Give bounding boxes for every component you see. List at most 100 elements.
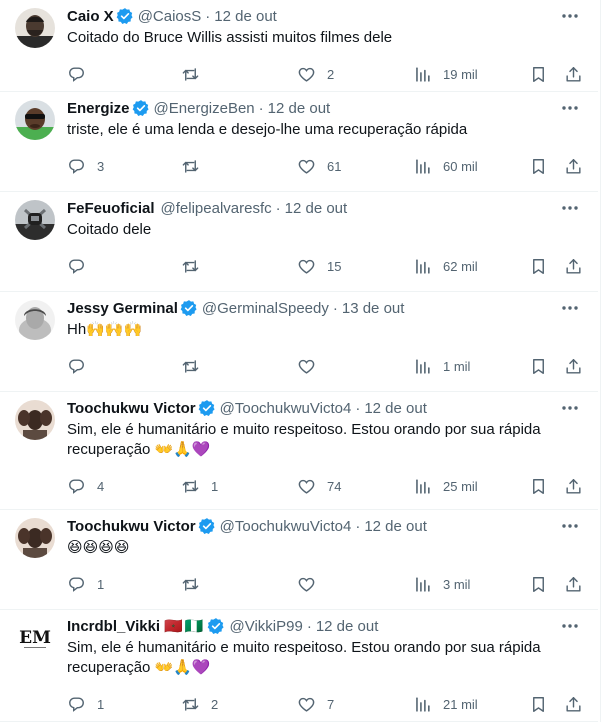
user-handle[interactable]: @felipealvaresfc (161, 200, 272, 217)
tweet-date[interactable]: 12 de out (268, 100, 331, 117)
bookmark-button[interactable] (529, 356, 548, 376)
user-handle[interactable]: @EnergizeBen (154, 100, 255, 117)
tweet[interactable]: Jessy Germinal @GerminalSpeedy · 13 de o… (0, 292, 598, 392)
views-button[interactable]: 1 mil (413, 356, 470, 376)
bookmark-button[interactable] (529, 256, 548, 276)
avatar[interactable] (15, 400, 55, 440)
bookmark-button[interactable] (529, 64, 548, 84)
display-name[interactable]: Caio X (67, 8, 114, 25)
tweet[interactable]: Toochukwu Victor @ToochukwuVicto4 · 12 d… (0, 510, 598, 610)
views-button[interactable]: 60 mil (413, 156, 478, 176)
avatar[interactable] (15, 8, 55, 48)
reply-button[interactable]: 1 (67, 694, 104, 714)
avatar[interactable] (15, 300, 55, 340)
views-button[interactable]: 3 mil (413, 574, 470, 594)
more-options-icon[interactable] (560, 400, 580, 416)
bookmark-button[interactable] (529, 476, 548, 496)
views-button[interactable]: 62 mil (413, 256, 478, 276)
tweet-actions: 1 3 mil (67, 574, 587, 594)
retweet-button[interactable]: 1 (181, 476, 218, 496)
share-button[interactable] (564, 694, 583, 714)
retweet-button[interactable] (181, 574, 211, 594)
more-options-button[interactable] (560, 400, 580, 416)
more-options-icon[interactable] (560, 618, 580, 634)
share-button[interactable] (564, 64, 583, 84)
tweet-date[interactable]: 12 de out (364, 518, 427, 535)
display-name[interactable]: Incrdbl_Vikki (67, 618, 160, 635)
avatar[interactable] (15, 100, 55, 140)
like-button[interactable]: 74 (297, 476, 341, 496)
view-count: 25 mil (443, 478, 478, 494)
views-button[interactable]: 21 mil (413, 694, 478, 714)
avatar[interactable] (15, 200, 55, 240)
avatar[interactable] (15, 518, 55, 558)
user-handle[interactable]: @ToochukwuVicto4 (220, 400, 352, 417)
display-name[interactable]: FeFeuoficial (67, 200, 155, 217)
bookmark-button[interactable] (529, 574, 548, 594)
tweet-actions: 2 19 mil (67, 64, 587, 84)
more-options-button[interactable] (560, 200, 580, 216)
display-name[interactable]: Toochukwu Victor (67, 400, 196, 417)
reply-button[interactable]: 1 (67, 574, 104, 594)
display-name[interactable]: Jessy Germinal (67, 300, 178, 317)
more-options-icon[interactable] (560, 300, 580, 316)
avatar[interactable]: EM (15, 618, 55, 658)
more-options-button[interactable] (560, 518, 580, 534)
retweet-button[interactable] (181, 64, 211, 84)
tweet-text: triste, ele é uma lenda e desejo-lhe uma… (67, 121, 468, 138)
share-button[interactable] (564, 574, 583, 594)
tweet-header: Toochukwu Victor @ToochukwuVicto4 · 12 d… (67, 398, 427, 418)
bookmark-button[interactable] (529, 694, 548, 714)
tweet[interactable]: EM Incrdbl_Vikki 🇲🇦 🇳🇬 @VikkiP99 · 12 de … (0, 610, 598, 722)
tweet-date[interactable]: 13 de out (342, 300, 405, 317)
more-options-icon[interactable] (560, 8, 580, 24)
reply-button[interactable]: 3 (67, 156, 104, 176)
retweet-button[interactable] (181, 156, 211, 176)
share-icon (566, 158, 581, 174)
reply-button[interactable] (67, 256, 97, 276)
user-handle[interactable]: @VikkiP99 (229, 618, 302, 635)
tweet[interactable]: Caio X @CaiosS · 12 de out Coitado do Br… (0, 0, 598, 92)
like-button[interactable]: 15 (297, 256, 341, 276)
reply-button[interactable] (67, 64, 97, 84)
more-options-icon[interactable] (560, 518, 580, 534)
retweet-button[interactable] (181, 356, 211, 376)
tweet-date[interactable]: 12 de out (316, 618, 379, 635)
like-button[interactable]: 2 (297, 64, 334, 84)
retweet-button[interactable]: 2 (181, 694, 218, 714)
more-options-icon[interactable] (560, 100, 580, 116)
tweet[interactable]: FeFeuoficial @felipealvaresfc · 12 de ou… (0, 192, 598, 292)
user-handle[interactable]: @GerminalSpeedy (202, 300, 329, 317)
views-button[interactable]: 19 mil (413, 64, 478, 84)
like-button[interactable]: 61 (297, 156, 341, 176)
display-name[interactable]: Toochukwu Victor (67, 518, 196, 535)
share-button[interactable] (564, 156, 583, 176)
display-name[interactable]: Energize (67, 100, 130, 117)
like-button[interactable] (297, 574, 327, 594)
like-button[interactable] (297, 356, 327, 376)
tweet-header: Caio X @CaiosS · 12 de out (67, 6, 277, 26)
reply-button[interactable]: 4 (67, 476, 104, 496)
view-count: 60 mil (443, 158, 478, 174)
tweet-date[interactable]: 12 de out (214, 8, 277, 25)
tweet[interactable]: Energize @EnergizeBen · 12 de out triste… (0, 92, 598, 192)
more-options-button[interactable] (560, 618, 580, 634)
retweet-button[interactable] (181, 256, 211, 276)
share-button[interactable] (564, 476, 583, 496)
tweet[interactable]: Toochukwu Victor @ToochukwuVicto4 · 12 d… (0, 392, 598, 510)
user-handle[interactable]: @ToochukwuVicto4 (220, 518, 352, 535)
tweet-date[interactable]: 12 de out (364, 400, 427, 417)
more-options-button[interactable] (560, 300, 580, 316)
views-button[interactable]: 25 mil (413, 476, 478, 496)
more-options-button[interactable] (560, 100, 580, 116)
like-button[interactable]: 7 (297, 694, 334, 714)
more-options-icon[interactable] (560, 200, 580, 216)
views-chart-icon (416, 576, 430, 592)
share-button[interactable] (564, 256, 583, 276)
user-handle[interactable]: @CaiosS (138, 8, 202, 25)
share-button[interactable] (564, 356, 583, 376)
more-options-button[interactable] (560, 8, 580, 24)
bookmark-button[interactable] (529, 156, 548, 176)
reply-button[interactable] (67, 356, 97, 376)
tweet-date[interactable]: 12 de out (285, 200, 348, 217)
